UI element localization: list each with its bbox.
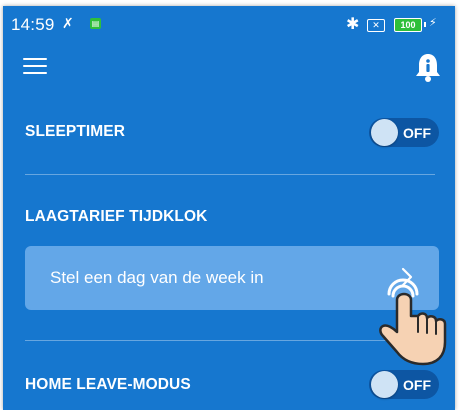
charging-icon: ⚡ (429, 17, 437, 29)
hamburger-menu-icon[interactable] (23, 58, 47, 76)
toggle-knob (371, 119, 398, 146)
set-day-text: Stel een dag van de week in (50, 268, 264, 287)
battery-icon: 100 (394, 18, 422, 32)
bluetooth-icon: ✱ (346, 16, 360, 33)
status-time: 14:59 (11, 15, 55, 34)
home-leave-label: HOME LEAVE-MODUS (25, 376, 191, 393)
sim-icon: ✕ (367, 19, 385, 32)
toggle-knob (371, 371, 398, 398)
bell-info-icon[interactable] (414, 52, 442, 82)
app-notification-icon: ▤ (90, 18, 101, 29)
home-leave-toggle[interactable]: OFF (369, 370, 439, 399)
battery-cap (424, 22, 426, 27)
toggle-state: OFF (403, 125, 431, 141)
toggle-state: OFF (403, 377, 431, 393)
off-peak-clock-label: LAAGTARIEF TIJDKLOK (25, 208, 208, 225)
no-signal-icon: ✗ (62, 15, 74, 31)
status-bar: 14:59 ✗ ▤ ✱ ✕ 100 ⚡ (3, 6, 455, 40)
app-screen: 14:59 ✗ ▤ ✱ ✕ 100 ⚡ SLEEPTIMER OFF LAAGT… (3, 6, 455, 410)
sleeptimer-toggle[interactable]: OFF (369, 118, 439, 147)
sleeptimer-label: SLEEPTIMER (25, 123, 126, 140)
tap-hand-icon (379, 278, 447, 366)
divider (25, 174, 435, 175)
